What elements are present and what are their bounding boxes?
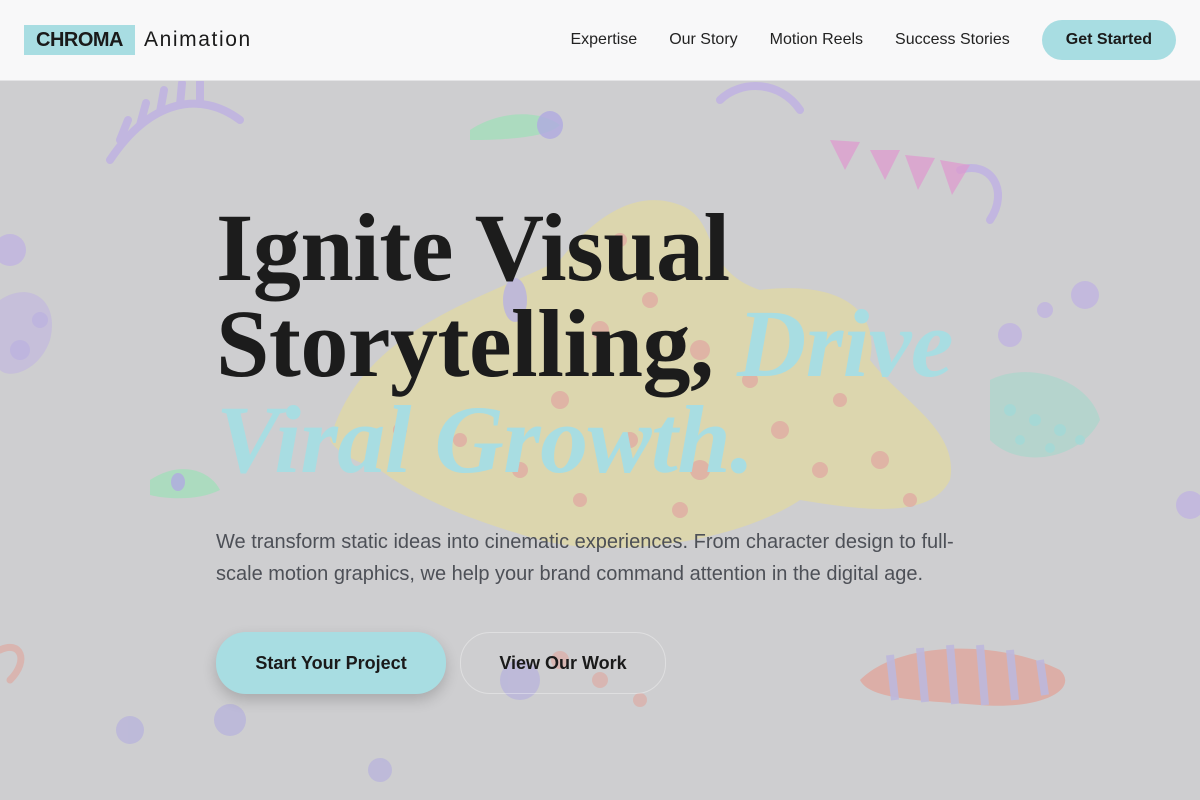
hero-title: Ignite Visual Storytelling, Drive Viral … bbox=[216, 200, 1016, 488]
hero-title-line-2: Storytelling, bbox=[216, 290, 714, 397]
logo-mark: CHROMA bbox=[24, 25, 135, 55]
main-nav: Expertise Our Story Motion Reels Success… bbox=[570, 20, 1176, 60]
hero-actions: Start Your Project View Our Work bbox=[216, 632, 1016, 694]
hero-subtitle: We transform static ideas into cinematic… bbox=[216, 531, 954, 585]
nav-link-expertise[interactable]: Expertise bbox=[570, 31, 637, 49]
site-header: CHROMA Animation Expertise Our Story Mot… bbox=[0, 0, 1200, 81]
hero-section: Ignite Visual Storytelling, Drive Viral … bbox=[216, 200, 1016, 694]
get-started-button[interactable]: Get Started bbox=[1041, 20, 1176, 60]
brand-logo[interactable]: CHROMA Animation bbox=[24, 25, 252, 55]
start-project-button[interactable]: Start Your Project bbox=[216, 632, 446, 694]
view-work-button[interactable]: View Our Work bbox=[460, 632, 666, 694]
nav-link-our-story[interactable]: Our Story bbox=[669, 31, 737, 49]
hero-title-accent-1: Drive bbox=[736, 290, 954, 397]
nav-link-motion-reels[interactable]: Motion Reels bbox=[770, 31, 863, 49]
hero-title-accent-2: Viral Growth. bbox=[216, 386, 754, 493]
nav-link-success-stories[interactable]: Success Stories bbox=[895, 31, 1010, 49]
hero-title-line-1: Ignite Visual bbox=[216, 194, 730, 301]
logo-text: Animation bbox=[144, 28, 252, 51]
